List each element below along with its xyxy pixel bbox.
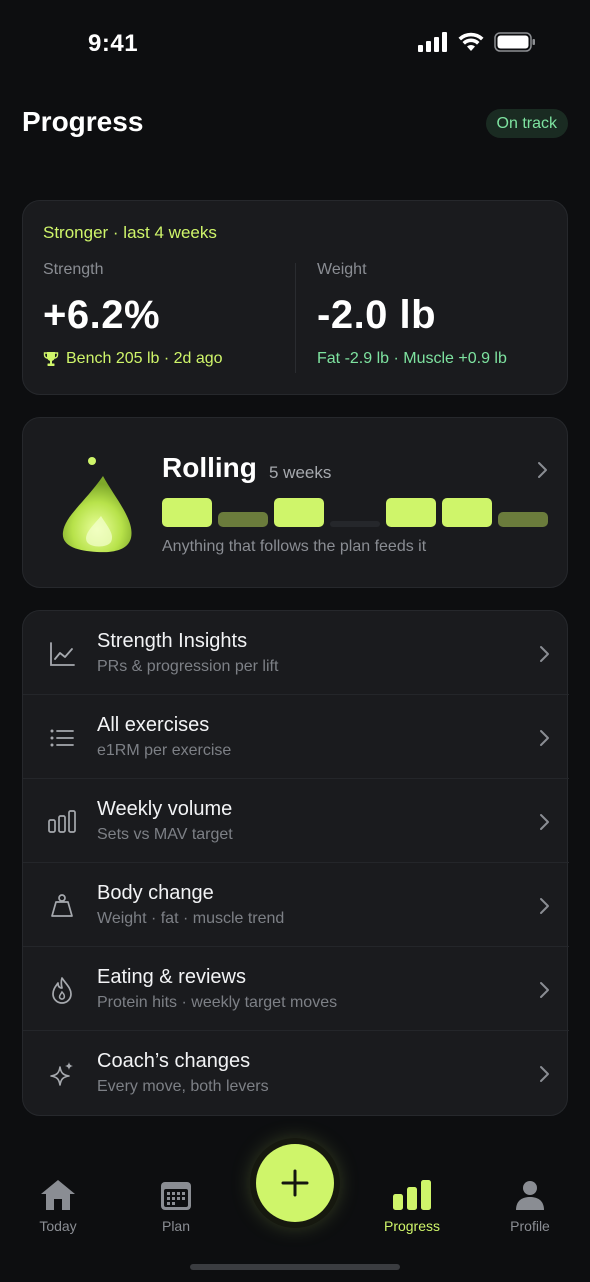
strength-label: Strength: [43, 261, 104, 278]
tab-plan[interactable]: Plan: [126, 1178, 226, 1234]
list-item-title: All exercises: [97, 714, 210, 736]
rolling-card[interactable]: Rolling 5 weeks Anything that follows th…: [22, 417, 568, 588]
list-item-subtitle: Every move, both levers: [97, 1078, 269, 1095]
trophy-icon: [43, 352, 59, 366]
tab-profile[interactable]: Profile: [480, 1178, 580, 1234]
rolling-caption: Anything that follows the plan feeds it: [162, 538, 427, 555]
list-icon: [50, 729, 74, 747]
tab-today[interactable]: Today: [8, 1178, 108, 1234]
progress-menu: Strength Insights PRs & progression per …: [22, 610, 569, 1116]
chevron-right-icon: [540, 982, 549, 998]
chart-line-icon: [50, 642, 75, 666]
tab-label: Plan: [161, 1218, 191, 1234]
list-item-subtitle: PRs & progression per lift: [97, 658, 279, 675]
list-item-subtitle: Protein hits · weekly target moves: [97, 994, 338, 1011]
bar-chart-icon: [393, 1180, 431, 1210]
scale-weight-icon: [51, 894, 73, 917]
tab-label: Today: [39, 1218, 77, 1234]
home-indicator: [190, 1264, 400, 1270]
chevron-right-icon: [540, 1066, 549, 1082]
list-item-eating-reviews[interactable]: Eating & reviews Protein hits · weekly t…: [23, 947, 569, 1031]
flame-mascot-icon: [62, 457, 132, 553]
weight-metric: Weight -2.0 lb Fat -2.9 lb · Muscle +0.9…: [317, 261, 507, 368]
streak-week-segment: [218, 512, 268, 527]
streak-week-segment: [330, 521, 380, 527]
home-icon: [41, 1180, 75, 1210]
list-item-subtitle: Sets vs MAV target: [97, 826, 233, 843]
wifi-icon: [458, 32, 484, 51]
status-icons: [418, 32, 536, 52]
strength-sub-text: Bench 205 lb · 2d ago: [66, 350, 223, 367]
streak-week-segment: [162, 498, 212, 527]
list-item-body-change[interactable]: Body change Weight · fat · muscle trend: [23, 863, 569, 947]
list-item-weekly-volume[interactable]: Weekly volume Sets vs MAV target: [23, 779, 569, 863]
list-item-title: Weekly volume: [97, 798, 233, 820]
chevron-right-icon: [540, 730, 549, 746]
streak-week-segment: [386, 498, 436, 527]
status-time: 9:41: [88, 30, 139, 57]
list-item-subtitle: e1RM per exercise: [97, 742, 232, 759]
flame-icon: [52, 977, 72, 1004]
list-item-title: Body change: [97, 882, 214, 904]
streak-week-segment: [498, 512, 548, 527]
list-item-title: Coach’s changes: [97, 1050, 251, 1072]
sparkle-icon: [50, 1062, 73, 1086]
strength-sub: Bench 205 lb · 2d ago: [43, 350, 223, 368]
weight-sub: Fat -2.9 lb · Muscle +0.9 lb: [317, 350, 507, 367]
page-title: Progress: [22, 106, 144, 137]
calendar-icon: [161, 1182, 191, 1210]
streak-week-segment: [442, 498, 492, 527]
weight-value: -2.0 lb: [317, 293, 437, 337]
summary-heading: Stronger · last 4 weeks: [43, 223, 217, 242]
summary-card: Stronger · last 4 weeks Strength +6.2% B…: [22, 200, 568, 395]
chevron-right-icon: [540, 646, 549, 662]
chevron-right-icon: [540, 814, 549, 830]
weight-label: Weight: [317, 261, 367, 278]
list-item-subtitle: Weight · fat · muscle trend: [97, 910, 285, 927]
tab-progress[interactable]: Progress: [362, 1178, 462, 1234]
rolling-weeks: 5 weeks: [269, 463, 332, 482]
list-item-strength-insights[interactable]: Strength Insights PRs & progression per …: [23, 611, 569, 695]
chevron-right-icon: [538, 462, 547, 478]
list-item-coach-changes[interactable]: Coach’s changes Every move, both levers: [23, 1031, 569, 1115]
status-badge: On track: [485, 109, 568, 138]
streak-week-segment: [274, 498, 324, 527]
signal-icon: [418, 32, 447, 52]
strength-metric: Strength +6.2% Bench 205 lb · 2d ago: [43, 261, 223, 368]
rolling-title: Rolling: [162, 452, 257, 483]
list-item-all-exercises[interactable]: All exercises e1RM per exercise: [23, 695, 569, 779]
chevron-right-icon: [540, 898, 549, 914]
battery-icon: [494, 32, 535, 52]
plus-icon: [281, 1169, 309, 1197]
summary-divider: [295, 263, 296, 373]
strength-value: +6.2%: [43, 293, 161, 337]
status-bar: 9:41: [0, 0, 590, 88]
list-item-title: Strength Insights: [97, 630, 248, 652]
tab-label: Profile: [510, 1218, 550, 1234]
list-item-title: Eating & reviews: [97, 966, 246, 988]
streak-bar: [162, 497, 548, 527]
tab-label: Progress: [383, 1218, 441, 1234]
bar-chart-icon: [48, 810, 76, 833]
add-button[interactable]: [256, 1144, 334, 1222]
person-icon: [516, 1181, 544, 1210]
